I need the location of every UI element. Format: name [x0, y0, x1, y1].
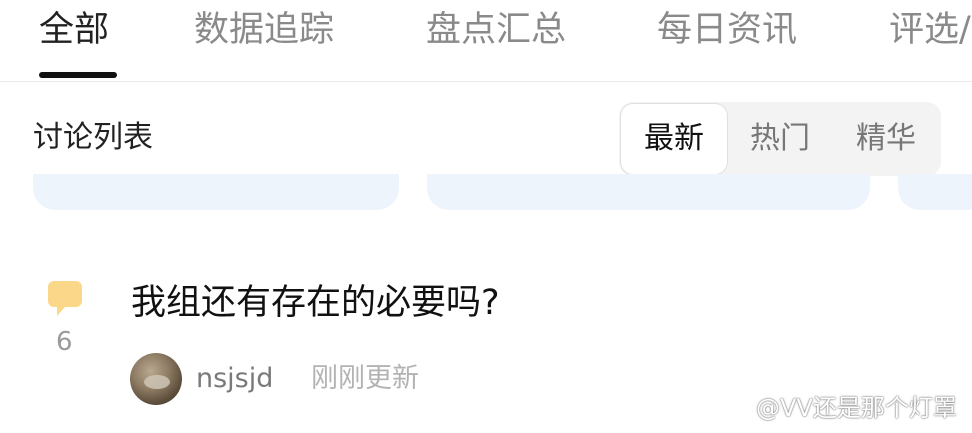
avatar[interactable] [130, 353, 182, 405]
weibo-watermark: @VV还是那个灯罩 [724, 391, 957, 425]
author-name[interactable]: nsjsjd [196, 362, 273, 396]
top-tab-bar: 全部 数据追踪 盘点汇总 每日资讯 评选/ [0, 0, 972, 82]
post-title[interactable]: 我组还有存在的必要吗? [131, 280, 500, 326]
update-time: 刚刚更新 [311, 363, 419, 394]
tab-data-tracking[interactable]: 数据追踪 [194, 8, 334, 52]
featured-card[interactable] [33, 174, 399, 210]
tab-all[interactable]: 全部 [39, 8, 109, 52]
sort-latest-button[interactable]: 最新 [621, 104, 727, 174]
tab-summary[interactable]: 盘点汇总 [426, 8, 566, 52]
featured-card[interactable] [427, 174, 870, 210]
comment-bubble-icon [48, 281, 82, 316]
active-tab-indicator [39, 72, 117, 78]
sort-segmented-control: 最新 热门 精华 [619, 102, 941, 176]
sort-featured-button[interactable]: 精华 [833, 102, 939, 176]
discussion-list-title: 讨论列表 [33, 120, 153, 155]
weibo-logo-icon [724, 399, 753, 421]
comment-count: 6 [56, 327, 73, 357]
watermark-text: @VV还是那个灯罩 [756, 394, 957, 422]
tab-daily-news[interactable]: 每日资讯 [657, 8, 797, 52]
tab-selection[interactable]: 评选/ [889, 8, 971, 52]
sort-hot-button[interactable]: 热门 [727, 102, 833, 176]
tab-divider [0, 81, 972, 82]
featured-card[interactable] [898, 174, 972, 210]
